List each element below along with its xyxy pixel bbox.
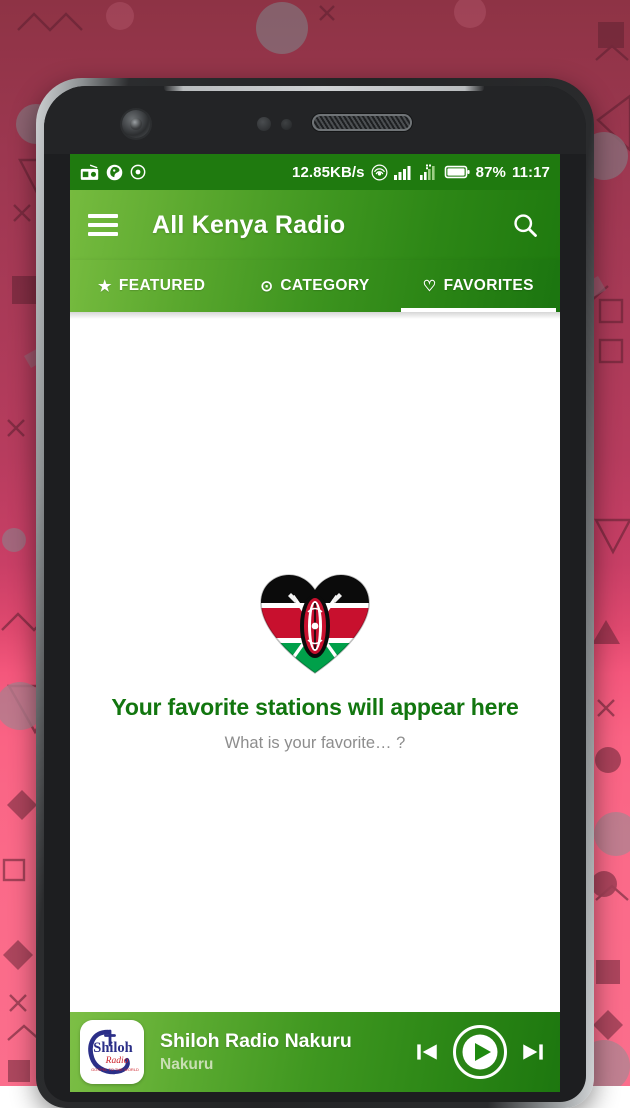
network-speed-text: 12.85KB/s [292, 164, 365, 181]
hamburger-menu-icon[interactable] [88, 214, 118, 236]
tab-featured[interactable]: ★ FEATURED [70, 260, 233, 312]
status-system-icons: 12.85KB/s [292, 164, 550, 181]
track-subtitle: Nakuru [160, 1056, 414, 1074]
antenna-strip [164, 86, 484, 91]
mini-player-bar[interactable]: Shiloh Radio GOSPEL TO THE WORLD Shiloh … [70, 1012, 560, 1092]
record-target-icon [130, 164, 146, 180]
tab-category[interactable]: ⊙ CATEGORY [233, 260, 396, 312]
battery-icon [444, 165, 470, 179]
battery-percent-text: 87% [476, 164, 506, 181]
shiloh-radio-logo: Shiloh Radio GOSPEL TO THE WORLD [80, 1020, 144, 1084]
svg-text:Radio: Radio [105, 1056, 129, 1066]
play-circle-icon[interactable] [452, 1024, 508, 1080]
hotspot-icon [371, 164, 388, 181]
track-title: Shiloh Radio Nakuru [160, 1030, 414, 1053]
phone-top-bezel [44, 86, 586, 154]
signal-bars-secondary-icon [420, 164, 438, 180]
sync-fan-icon [106, 164, 123, 181]
light-sensor-icon [281, 119, 292, 130]
app-bar: All Kenya Radio [70, 190, 560, 260]
phone-device-frame: 12.85KB/s [36, 78, 594, 1108]
favorites-empty-state: Your favorite stations will appear here … [70, 312, 560, 1012]
kenya-flag-heart-icon [259, 572, 371, 676]
tab-favorites[interactable]: ♡ FAVORITES [397, 260, 560, 312]
empty-state-subtitle: What is your favorite… ? [225, 734, 406, 753]
empty-state-title: Your favorite stations will appear here [111, 694, 518, 721]
category-target-icon: ⊙ [260, 279, 273, 294]
tab-category-label: CATEGORY [280, 277, 369, 295]
clock-text: 11:17 [512, 164, 550, 181]
status-bar: 12.85KB/s [70, 154, 560, 190]
front-camera-icon [122, 110, 150, 138]
status-notification-icons [80, 164, 146, 181]
radio-icon [80, 164, 99, 180]
tab-favorites-label: FAVORITES [444, 277, 534, 295]
heart-outline-icon: ♡ [423, 279, 437, 294]
player-controls [414, 1024, 546, 1080]
svg-text:GOSPEL TO THE WORLD: GOSPEL TO THE WORLD [91, 1067, 139, 1072]
search-icon[interactable] [508, 208, 542, 242]
svg-text:Shiloh: Shiloh [93, 1040, 133, 1056]
track-info: Shiloh Radio Nakuru Nakuru [160, 1030, 414, 1074]
phone-screen: 12.85KB/s [70, 154, 560, 1092]
earpiece-speaker-grille [312, 114, 412, 131]
tab-featured-label: FEATURED [119, 277, 205, 295]
skip-previous-icon[interactable] [414, 1039, 440, 1065]
star-icon: ★ [98, 279, 112, 294]
tab-bar: ★ FEATURED ⊙ CATEGORY ♡ FAVORITES [70, 260, 560, 312]
page-title: All Kenya Radio [152, 211, 345, 240]
proximity-sensor-icon [257, 117, 271, 131]
signal-bars-icon [394, 164, 414, 180]
skip-next-icon[interactable] [520, 1039, 546, 1065]
phone-screen-housing: 12.85KB/s [44, 86, 586, 1102]
